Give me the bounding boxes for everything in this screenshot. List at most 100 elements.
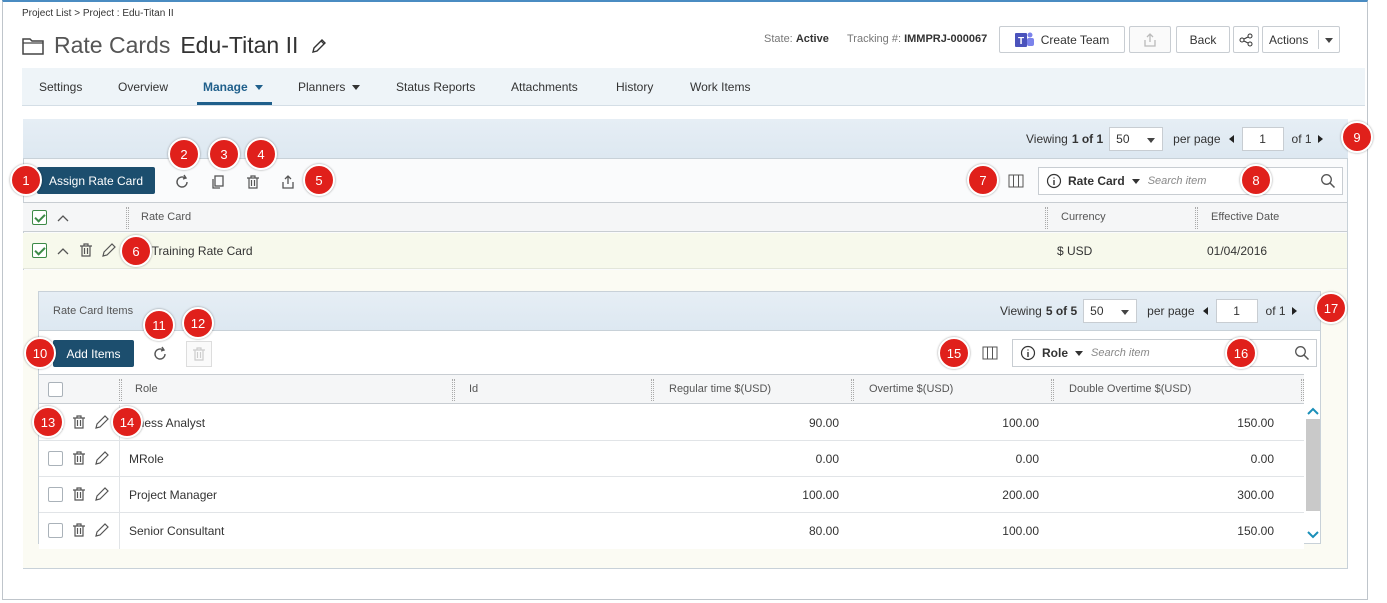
edit-icon[interactable] <box>94 486 110 502</box>
assign-rate-card-button[interactable]: Assign Rate Card <box>37 167 155 194</box>
rate-card-items-title: Rate Card Items <box>53 305 134 317</box>
back-button[interactable]: Back <box>1176 26 1230 53</box>
viewing-label: Viewing <box>1026 132 1068 146</box>
page-number-input[interactable]: 1 <box>1241 127 1284 151</box>
tab-attachments[interactable]: Attachments <box>511 80 578 94</box>
share-button[interactable] <box>1233 26 1259 53</box>
column-resize-handle[interactable] <box>1051 379 1054 401</box>
items-grid-header: Role Id Regular time $(USD) Overtime $(U… <box>39 374 1304 404</box>
role-cell: Project Manager <box>129 488 218 502</box>
column-header-role[interactable]: Role <box>135 383 158 395</box>
column-resize-handle[interactable] <box>126 207 129 229</box>
double-overtime-cell: 300.00 <box>1237 488 1274 502</box>
search-icon[interactable] <box>1294 345 1310 361</box>
callout-badge: 10 <box>24 337 56 369</box>
table-row[interactable]: Senior Consultant 80.00 100.00 150.00 <box>39 513 1304 549</box>
select-all-checkbox[interactable] <box>32 210 47 225</box>
column-header-rate-card[interactable]: Rate Card <box>141 211 191 223</box>
search-category[interactable]: Rate Card <box>1068 174 1125 188</box>
share-export-button[interactable] <box>1129 26 1171 53</box>
folder-icon <box>22 37 44 55</box>
next-page-icon[interactable] <box>1317 135 1323 143</box>
upload-icon <box>1144 32 1156 47</box>
callout-badge: 4 <box>245 138 277 170</box>
regular-time-cell: 0.00 <box>815 452 839 466</box>
row-checkbox[interactable] <box>48 451 63 466</box>
tab-planners[interactable]: Planners <box>298 80 361 94</box>
viewing-count: 5 of 5 <box>1045 304 1078 318</box>
column-resize-handle[interactable] <box>1045 207 1048 229</box>
edit-icon[interactable] <box>94 522 110 538</box>
back-label: Back <box>1189 32 1217 47</box>
search-icon[interactable] <box>1320 173 1336 189</box>
actions-label: Actions <box>1269 32 1309 47</box>
callout-badge: 2 <box>168 138 200 170</box>
search-category[interactable]: Role <box>1042 346 1068 360</box>
per-page-select[interactable]: 50 <box>1109 127 1164 151</box>
table-row[interactable]: MRole 0.00 0.00 0.00 <box>39 441 1304 477</box>
tab-history[interactable]: History <box>616 80 653 94</box>
export-icon[interactable] <box>278 172 298 192</box>
rate-card-row[interactable]: uTraining Rate Card $ USD 01/04/2016 <box>23 233 1347 269</box>
create-team-button[interactable]: T Create Team <box>999 26 1125 53</box>
edit-icon[interactable] <box>101 242 117 258</box>
prev-page-icon[interactable] <box>1228 135 1234 143</box>
collapse-icon[interactable] <box>56 246 70 256</box>
column-resize-handle[interactable] <box>651 379 654 401</box>
column-resize-handle[interactable] <box>851 379 854 401</box>
column-header-effective-date[interactable]: Effective Date <box>1211 211 1279 223</box>
row-checkbox[interactable] <box>32 243 47 258</box>
delete-icon[interactable] <box>71 414 87 430</box>
tab-work-items[interactable]: Work Items <box>690 80 750 94</box>
rate-card-search[interactable]: Rate Card Search item <box>1038 167 1343 195</box>
column-header-id[interactable]: Id <box>469 383 478 395</box>
search-input[interactable]: Search item <box>1091 347 1150 359</box>
search-input[interactable]: Search item <box>1148 175 1207 187</box>
delete-icon[interactable] <box>71 450 87 466</box>
column-header-regular-time[interactable]: Regular time $(USD) <box>669 383 771 395</box>
delete-icon[interactable] <box>71 522 87 538</box>
edit-title-icon[interactable] <box>310 37 328 55</box>
items-scrollbar-thumb[interactable] <box>1306 419 1320 511</box>
tab-manage[interactable]: Manage <box>203 80 263 94</box>
table-row[interactable]: siness Analyst 90.00 100.00 150.00 <box>39 405 1304 441</box>
rate-card-name[interactable]: uTraining Rate Card <box>145 244 253 258</box>
delete-icon[interactable] <box>71 486 87 502</box>
table-row[interactable]: Project Manager 100.00 200.00 300.00 <box>39 477 1304 513</box>
delete-icon[interactable] <box>243 172 263 192</box>
edit-icon[interactable] <box>94 450 110 466</box>
actions-dropdown[interactable]: Actions <box>1262 26 1340 53</box>
column-resize-handle[interactable] <box>1195 207 1198 229</box>
prev-page-icon[interactable] <box>1202 307 1208 315</box>
breadcrumb[interactable]: Project List > Project : Edu-Titan II <box>22 8 174 19</box>
page-number-input[interactable]: 1 <box>1215 299 1258 323</box>
items-search[interactable]: Role Search item <box>1012 339 1317 367</box>
delete-icon[interactable] <box>78 242 94 258</box>
row-checkbox[interactable] <box>48 487 63 502</box>
per-page-select[interactable]: 50 <box>1083 299 1138 323</box>
column-header-double-overtime[interactable]: Double Overtime $(USD) <box>1069 383 1191 395</box>
refresh-icon[interactable] <box>172 172 192 192</box>
tab-status-reports[interactable]: Status Reports <box>396 80 475 94</box>
scroll-up-icon[interactable] <box>1306 406 1320 416</box>
add-items-button[interactable]: Add Items <box>53 340 134 367</box>
tab-overview[interactable]: Overview <box>118 80 168 94</box>
chevron-up-icon[interactable] <box>56 213 70 223</box>
row-divider <box>119 441 120 477</box>
column-header-overtime[interactable]: Overtime $(USD) <box>869 383 953 395</box>
select-all-checkbox[interactable] <box>48 382 63 397</box>
next-page-icon[interactable] <box>1291 307 1297 315</box>
column-resize-handle[interactable] <box>1301 379 1304 401</box>
copy-icon[interactable] <box>208 172 228 192</box>
column-header-currency[interactable]: Currency <box>1061 211 1106 223</box>
delete-items-button[interactable] <box>186 341 212 367</box>
column-chooser-icon[interactable] <box>980 343 1000 363</box>
column-resize-handle[interactable] <box>452 379 455 401</box>
refresh-icon[interactable] <box>150 344 170 364</box>
column-resize-handle[interactable] <box>119 379 122 401</box>
tab-settings[interactable]: Settings <box>39 80 82 94</box>
scroll-down-icon[interactable] <box>1306 530 1320 540</box>
row-checkbox[interactable] <box>48 523 63 538</box>
column-chooser-icon[interactable] <box>1006 171 1026 191</box>
edit-icon[interactable] <box>94 414 110 430</box>
